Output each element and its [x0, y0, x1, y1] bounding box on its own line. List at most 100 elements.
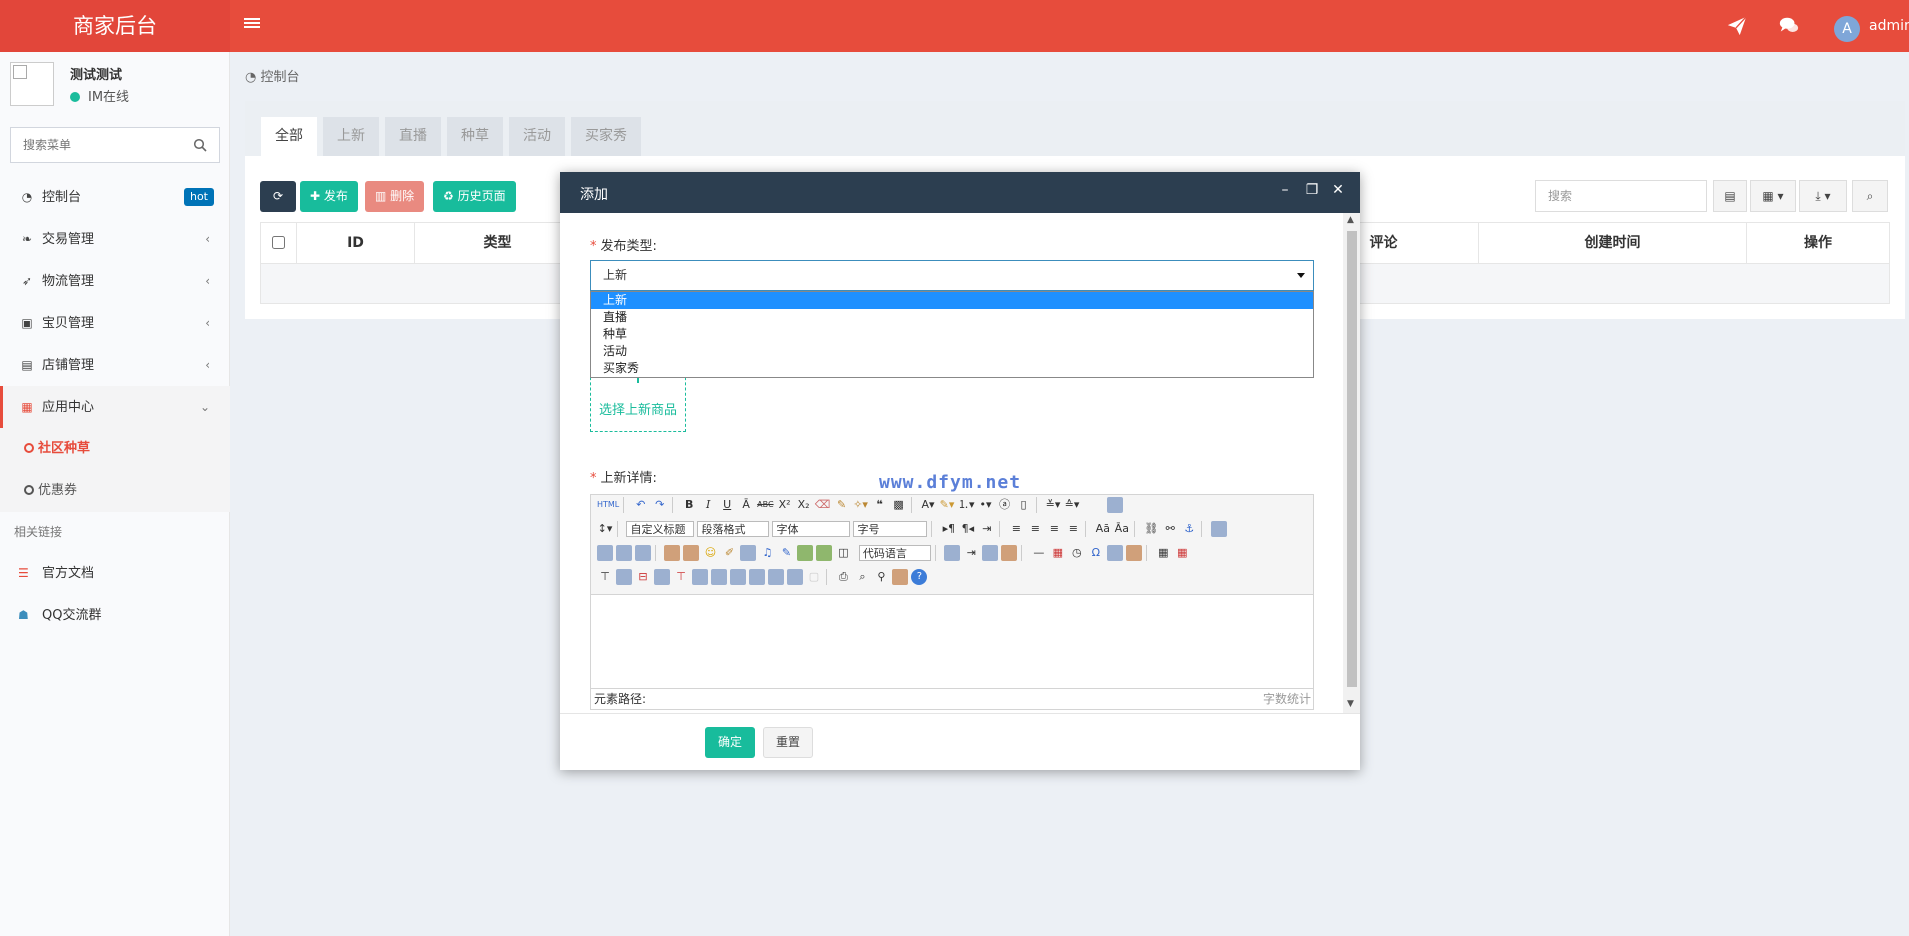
undo-icon[interactable]: ↶	[633, 497, 649, 513]
subscript-icon[interactable]: X₂	[796, 497, 812, 513]
underline-icon[interactable]: U	[719, 497, 735, 513]
page-break-icon[interactable]: ⇥	[963, 545, 979, 561]
tab-seed[interactable]: 种草	[447, 117, 503, 156]
sidebar-item-dashboard[interactable]: ◔ 控制台 hot	[0, 176, 230, 218]
column-created[interactable]: 创建时间	[1479, 223, 1747, 263]
code-language-select[interactable]: 代码语言	[858, 545, 931, 561]
refresh-button[interactable]: ⟳	[260, 181, 296, 212]
to-lowercase-icon[interactable]: Āa	[1114, 521, 1130, 537]
advanced-search-button[interactable]: ⌕	[1852, 180, 1888, 212]
type-option[interactable]: 种草	[591, 326, 1313, 343]
insert-code-icon[interactable]	[1001, 545, 1018, 561]
custom-title-select[interactable]: 自定义标题	[626, 521, 695, 537]
insert-row-icon[interactable]	[616, 569, 632, 585]
font-size-select[interactable]: 字号	[853, 521, 928, 537]
delete-row-icon[interactable]: ⊟	[635, 569, 651, 585]
unordered-list-icon[interactable]: •▾	[978, 497, 994, 513]
column-id[interactable]: ID	[297, 223, 415, 263]
simple-upload-icon[interactable]	[664, 545, 681, 561]
split-rows-icon[interactable]	[768, 569, 784, 585]
menu-icon[interactable]	[244, 16, 260, 36]
wordimage-icon[interactable]	[1106, 545, 1123, 561]
columns-button[interactable]: ▦ ▾	[1750, 180, 1796, 212]
username[interactable]: admin	[1869, 18, 1909, 34]
unlink-icon[interactable]: ⚯	[1162, 521, 1178, 537]
split-cells-icon[interactable]	[749, 569, 765, 585]
insert-image-icon[interactable]	[683, 545, 700, 561]
logo[interactable]: 商家后台	[0, 0, 230, 52]
scrawl-icon[interactable]: ✐	[721, 545, 737, 561]
publish-type-select[interactable]: 上新	[590, 260, 1314, 291]
scroll-thumb[interactable]	[1347, 231, 1357, 687]
preview-icon[interactable]	[1107, 497, 1124, 513]
date-icon[interactable]: ▦	[1050, 545, 1066, 561]
close-icon[interactable]: ✕	[1329, 182, 1347, 202]
type-option[interactable]: 直播	[591, 309, 1313, 326]
dialog-header[interactable]: 添加 – ❐ ✕	[560, 172, 1360, 213]
image-none-icon[interactable]	[597, 545, 613, 561]
align-center-icon[interactable]: ≡	[1027, 521, 1043, 537]
tab-all[interactable]: 全部	[261, 117, 317, 156]
tab-live[interactable]: 直播	[385, 117, 441, 156]
tab-buyer-show[interactable]: 买家秀	[571, 117, 641, 156]
insert-para-before-table-icon[interactable]: ⊤	[597, 569, 613, 585]
link-icon[interactable]: ⛓	[1143, 521, 1159, 537]
minimize-icon[interactable]: –	[1276, 182, 1294, 202]
align-left-icon[interactable]: ≡	[1008, 521, 1024, 537]
sidebar-item-logistics[interactable]: ➶ 物流管理 ‹	[0, 260, 230, 302]
row-spacing-bottom-icon[interactable]: ≙▾	[1064, 497, 1080, 513]
delete-button[interactable]: ▥ 删除	[365, 181, 425, 212]
search-replace-icon[interactable]: ⚲	[873, 569, 889, 585]
align-right-icon[interactable]: ≡	[1046, 521, 1062, 537]
template-icon[interactable]	[944, 545, 961, 561]
ordered-list-icon[interactable]: ⒈▾	[958, 497, 975, 513]
sidebar-item-community[interactable]: 社区种草	[0, 428, 230, 470]
anchor-icon[interactable]: ⚓	[1181, 521, 1197, 537]
delete-col-icon[interactable]: ⊤	[673, 569, 689, 585]
background-icon[interactable]	[982, 545, 999, 561]
image-center-icon[interactable]	[635, 545, 651, 561]
strikethrough-icon[interactable]: ABC	[757, 497, 773, 513]
type-option[interactable]: 买家秀	[591, 360, 1313, 377]
superscript-icon[interactable]: X²	[777, 497, 793, 513]
image-float-icon[interactable]	[1210, 521, 1227, 537]
breadcrumb[interactable]: ◔ 控制台	[245, 66, 300, 85]
webapp-icon[interactable]	[1125, 545, 1142, 561]
merge-right-icon[interactable]	[711, 569, 727, 585]
help-icon[interactable]: ?	[911, 569, 928, 585]
indent-icon[interactable]: ⇥	[979, 521, 995, 537]
line-height-icon[interactable]: ↕▾	[597, 521, 613, 537]
publish-button[interactable]: ✚ 发布	[300, 181, 358, 212]
history-button[interactable]: ♻ 历史页面	[433, 181, 516, 212]
drafts-icon[interactable]	[892, 569, 909, 585]
merge-cells-icon[interactable]	[692, 569, 708, 585]
menu-search-input[interactable]	[11, 128, 181, 162]
insert-frame-icon[interactable]: ◫	[835, 545, 851, 561]
select-all-checkbox[interactable]	[272, 236, 285, 249]
align-justify-icon[interactable]: ≡	[1065, 521, 1081, 537]
italic-icon[interactable]: I	[700, 497, 716, 513]
image-left-icon[interactable]	[616, 545, 632, 561]
comments-icon[interactable]	[1778, 15, 1800, 37]
font-color-icon[interactable]: A▾	[920, 497, 936, 513]
type-option[interactable]: 上新	[591, 292, 1313, 309]
sidebar-item-goods[interactable]: ▣ 宝贝管理 ‹	[0, 302, 230, 344]
avatar[interactable]: A	[1834, 16, 1860, 42]
sidebar-item-docs[interactable]: ☰ 官方文档	[0, 552, 230, 594]
insert-col-icon[interactable]	[654, 569, 670, 585]
delete-table-icon[interactable]: ▦	[1174, 545, 1190, 561]
tab-new[interactable]: 上新	[323, 117, 379, 156]
toggle-view-button[interactable]: ▤	[1713, 180, 1747, 212]
map-icon[interactable]	[797, 545, 814, 561]
html-source-icon[interactable]: HTML	[597, 497, 619, 513]
redo-icon[interactable]: ↷	[652, 497, 668, 513]
export-button[interactable]: ⤓ ▾	[1799, 180, 1847, 212]
reset-button[interactable]: 重置	[763, 727, 813, 758]
row-spacing-top-icon[interactable]: ≚▾	[1045, 497, 1061, 513]
to-uppercase-icon[interactable]: Aā	[1095, 521, 1111, 537]
time-icon[interactable]: ◷	[1069, 545, 1085, 561]
auto-format-icon[interactable]: ✧▾	[853, 497, 869, 513]
maximize-icon[interactable]: ❐	[1303, 182, 1321, 202]
table-search-input[interactable]: 搜索	[1535, 180, 1707, 212]
tab-activity[interactable]: 活动	[509, 117, 565, 156]
